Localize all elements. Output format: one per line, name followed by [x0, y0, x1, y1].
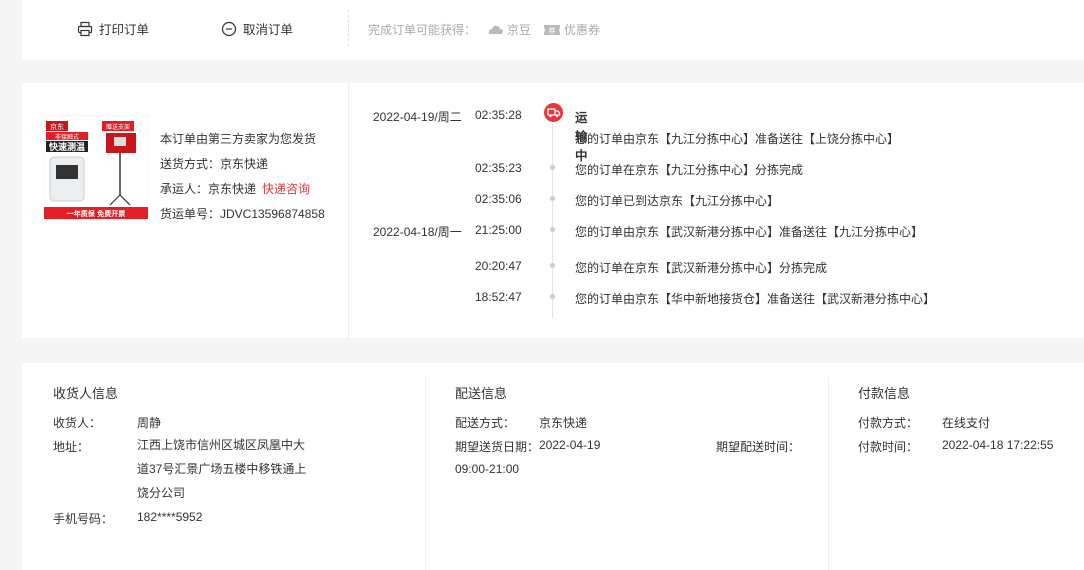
event-message: 您的订单在京东【武汉新港分拣中心】分拣完成	[575, 261, 828, 275]
print-order-button[interactable]: 打印订单	[77, 19, 149, 38]
timeline-dot	[550, 196, 555, 201]
contactless-text: 非接触式	[55, 133, 79, 141]
divider	[828, 377, 829, 570]
cancel-order-button[interactable]: 取消订单	[221, 19, 293, 38]
phone-label: 手机号码：	[53, 512, 114, 526]
timeline-dot	[550, 263, 555, 268]
event-date: 2022-04-18/周一	[373, 225, 462, 239]
carrier-row: 承运人：京东快递 快递咨询	[160, 177, 325, 202]
delivery-method-label: 配送方式：	[455, 416, 516, 430]
carrier-label: 承运人：京东快递	[160, 182, 257, 196]
timeline-dot	[550, 227, 555, 232]
jingdou-label: 京豆	[507, 23, 532, 37]
order-actions-bar: 打印订单 取消订单 完成订单可能获得： 京豆 券 优惠券	[22, 0, 1084, 60]
address-line: 江西上饶市信州区城区凤凰中大	[137, 438, 306, 452]
reward-label: 完成订单可能获得：	[368, 23, 477, 37]
brand-text: 京东	[50, 122, 64, 131]
coupon-label: 优惠券	[564, 23, 601, 37]
divider	[425, 377, 426, 570]
truck-status-icon	[544, 103, 563, 122]
event-message: 您的订单在京东【九江分拣中心】分拣完成	[575, 163, 804, 177]
address-line: 饶分公司	[137, 486, 186, 500]
delivery-method: 送货方式：京东快递	[160, 157, 269, 171]
cancel-order-label: 取消订单	[243, 23, 294, 37]
cloud-icon	[488, 25, 504, 34]
event-message: 您的订单已到达京东【九江分拣中心】	[575, 194, 780, 208]
warranty-text: 一年质保 免费开票	[67, 209, 125, 218]
event-message: 您的订单由京东【武汉新港分拣中心】准备送往【九江分拣中心】	[575, 225, 924, 239]
coupon-icon: 券	[544, 24, 561, 35]
fast-temp-text: 快速测温	[49, 141, 85, 153]
payment-method-value: 在线支付	[942, 416, 991, 430]
payment-method-label: 付款方式：	[858, 416, 919, 430]
payment-time-label: 付款时间：	[858, 440, 919, 454]
divider	[348, 10, 349, 46]
delivery-title: 配送信息	[455, 386, 508, 401]
timeline-line	[552, 105, 553, 318]
product-thumbnail[interactable]: 京东 非接触式 快速测温 赠送支架 一年质保 免费开票	[43, 114, 149, 220]
receiver-name-label: 收货人：	[53, 416, 102, 430]
address-line: 道37号汇景广场五楼中移铁通上	[137, 462, 307, 476]
address-value: 江西上饶市信州区城区凤凰中大 道37号汇景广场五楼中移铁通上 饶分公司	[137, 433, 306, 505]
timeline-dot	[550, 165, 555, 170]
event-time: 18:52:47	[475, 290, 522, 304]
payment-title: 付款信息	[858, 386, 911, 401]
shipment-card: 京东 非接触式 快速测温 赠送支架 一年质保 免费开票 本订单由第三方卖家为您发…	[22, 83, 1084, 338]
event-date: 2022-04-19/周二	[373, 110, 462, 124]
minus-circle-icon	[221, 21, 237, 36]
receiver-name: 周静	[137, 416, 162, 430]
jingdou-reward: 京豆	[488, 21, 531, 38]
event-time: 21:25:00	[475, 223, 522, 237]
order-info-card: 收货人信息 收货人： 周静 地址： 江西上饶市信州区城区凤凰中大 道37号汇景广…	[22, 363, 1084, 570]
phone-value: 182****5952	[137, 510, 203, 524]
express-consult-link[interactable]: 快递咨询	[262, 182, 310, 196]
seller-note: 本订单由第三方卖家为您发货	[160, 132, 317, 146]
divider	[348, 83, 349, 338]
address-label: 地址：	[53, 440, 90, 454]
product-shipping-info: 本订单由第三方卖家为您发货 送货方式：京东快递 承运人：京东快递 快递咨询 货运单…	[160, 127, 325, 227]
coupon-reward: 券 优惠券	[543, 21, 600, 38]
print-order-label: 打印订单	[99, 23, 150, 37]
product-image: 京东 非接触式 快速测温 赠送支架 一年质保 免费开票	[43, 114, 149, 220]
printer-icon	[77, 21, 93, 36]
svg-text:券: 券	[549, 26, 556, 35]
stand-gift-text: 赠送支架	[106, 123, 130, 131]
payment-time-value: 2022-04-18 17:22:55	[942, 438, 1054, 452]
event-time: 02:35:06	[475, 192, 522, 206]
event-time: 02:35:28	[475, 108, 522, 122]
expected-date-value: 2022-04-19	[539, 438, 601, 452]
reward-info: 完成订单可能获得： 京豆 券 优惠券	[368, 21, 600, 38]
event-message: 您的订单由京东【华中新地接货仓】准备送往【武汉新港分拣中心】	[575, 292, 936, 306]
event-time: 20:20:47	[475, 259, 522, 273]
zigzag-edge	[22, 56, 1084, 64]
expected-time-label: 期望配送时间：	[716, 440, 801, 454]
event-message: 您的订单由京东【九江分拣中心】准备送往【上饶分拣中心】	[575, 132, 900, 146]
expected-date-label: 期望送货日期：	[455, 440, 540, 454]
timeline-dot	[550, 294, 555, 299]
delivery-method-value: 京东快递	[539, 416, 588, 430]
receiver-title: 收货人信息	[53, 386, 119, 401]
event-time: 02:35:23	[475, 161, 522, 175]
waybill-number: 货运单号：JDVC13596874858	[160, 207, 325, 221]
expected-time-value: 09:00-21:00	[455, 462, 520, 476]
